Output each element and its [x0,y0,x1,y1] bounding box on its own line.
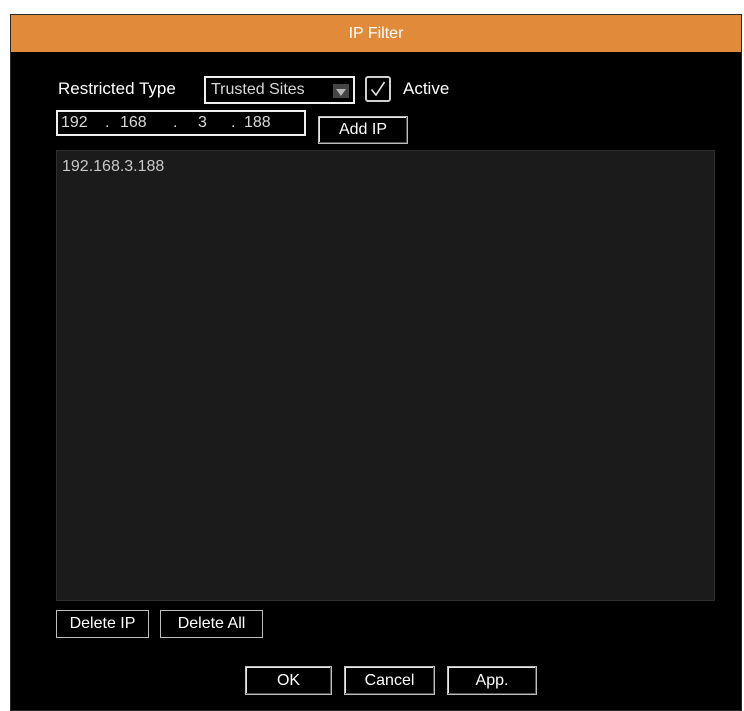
cancel-button[interactable]: Cancel [344,666,435,695]
check-icon [370,81,386,97]
restricted-type-value: Trusted Sites [211,81,305,98]
ip-filter-dialog: IP Filter Restricted Type Trusted Sites … [10,14,742,711]
list-item[interactable]: 192.168.3.188 [62,158,164,176]
apply-button[interactable]: App. [447,666,537,695]
restricted-type-label: Restricted Type [58,79,176,98]
ip-dot: . [231,114,236,131]
active-checkbox[interactable] [365,76,391,102]
ok-button[interactable]: OK [245,666,332,695]
active-label: Active [403,79,450,98]
ip-octet-1[interactable]: 192 [61,114,88,132]
ip-list[interactable]: 192.168.3.188 [56,150,715,601]
add-ip-button[interactable]: Add IP [318,116,408,144]
restricted-type-select[interactable]: Trusted Sites [204,76,355,104]
chevron-down-icon [333,84,349,98]
ip-address-input[interactable]: 192 . 168 . 3 . 188 [56,110,306,136]
ip-dot: . [173,114,178,131]
ip-dot: . [105,114,110,131]
ip-octet-3[interactable]: 3 [198,114,207,132]
dialog-title: IP Filter [11,15,741,52]
ip-octet-4[interactable]: 188 [244,114,271,132]
delete-ip-button[interactable]: Delete IP [56,610,149,638]
ip-octet-2[interactable]: 168 [120,114,147,132]
delete-all-button[interactable]: Delete All [160,610,263,638]
